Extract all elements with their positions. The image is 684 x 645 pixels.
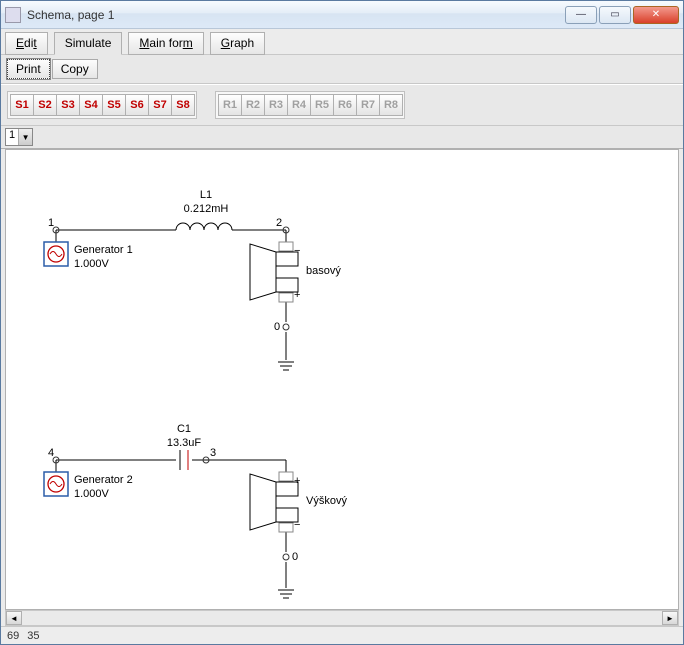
slot-r8[interactable]: R8 [379,94,403,116]
status-bar: 69 35 [1,626,683,644]
slot-s6[interactable]: S6 [125,94,149,116]
tab-simulate[interactable]: Simulate [54,32,123,55]
speaker-2[interactable]: + − Výškový [250,472,347,532]
node-0a: 0 [274,321,280,333]
status-y: 35 [27,630,39,642]
node-1: 1 [48,217,54,229]
scroll-right-icon[interactable]: ► [662,611,678,625]
speaker1-name: basový [306,265,341,277]
slot-s8[interactable]: S8 [171,94,195,116]
slot-r2[interactable]: R2 [241,94,265,116]
gen2-voltage: 1.000V [74,488,110,500]
slot-s3[interactable]: S3 [56,94,80,116]
slot-r6[interactable]: R6 [333,94,357,116]
inductor-l1[interactable]: L1 0.212mH [166,189,236,230]
svg-text:+: + [294,289,300,301]
inductor-value: 0.212mH [184,203,229,215]
svg-text:−: − [294,519,300,531]
print-button[interactable]: Print [7,59,50,79]
toolbar: Print Copy [1,55,683,84]
slot-s5[interactable]: S5 [102,94,126,116]
node-3: 3 [210,447,216,459]
s-slots: S1 S2 S3 S4 S5 S6 S7 S8 [7,91,197,119]
page-selector-bar: 1 ▼ [1,126,683,149]
cap-value: 13.3uF [167,437,202,449]
window-title: Schema, page 1 [27,8,563,22]
circuit-2: C1 13.3uF Generator 2 1.000V [44,423,347,598]
gen2-name: Generator 2 [74,474,133,486]
speaker2-name: Výškový [306,495,347,507]
tab-edit[interactable]: Edit [5,32,48,55]
r-slots: R1 R2 R3 R4 R5 R6 R7 R8 [215,91,405,119]
maximize-button[interactable]: ▭ [599,6,631,24]
generator-1[interactable]: Generator 1 1.000V [44,230,133,270]
node-2: 2 [276,217,282,229]
slot-s7[interactable]: S7 [148,94,172,116]
schematic-canvas[interactable]: L1 0.212mH Generator 1 1.000V [5,149,679,610]
generator-2[interactable]: Generator 2 1.000V [44,460,133,500]
copy-button[interactable]: Copy [52,59,98,79]
slot-r4[interactable]: R4 [287,94,311,116]
gen1-voltage: 1.000V [74,258,110,270]
slot-r5[interactable]: R5 [310,94,334,116]
chevron-down-icon[interactable]: ▼ [18,129,32,145]
tab-graph[interactable]: Graph [210,32,265,55]
mode-tabs: Edit Simulate Main form Graph [1,29,683,55]
minimize-button[interactable]: — [565,6,597,24]
tab-main-form[interactable]: Main form [128,32,203,55]
app-icon [5,7,21,23]
horizontal-scrollbar[interactable]: ◄ ► [5,610,679,626]
status-x: 69 [7,630,19,642]
close-button[interactable]: ✕ [633,6,679,24]
svg-text:+: + [294,475,300,487]
schematic-svg: L1 0.212mH Generator 1 1.000V [6,150,666,610]
page-value: 1 [6,129,18,145]
cap-name: C1 [177,423,191,435]
gen1-name: Generator 1 [74,244,133,256]
page-combo[interactable]: 1 ▼ [5,128,33,146]
slot-r1[interactable]: R1 [218,94,242,116]
slot-s4[interactable]: S4 [79,94,103,116]
slot-s2[interactable]: S2 [33,94,57,116]
svg-text:−: − [294,245,300,257]
node-0b: 0 [292,551,298,563]
titlebar[interactable]: Schema, page 1 — ▭ ✕ [1,1,683,29]
slot-r7[interactable]: R7 [356,94,380,116]
scroll-left-icon[interactable]: ◄ [6,611,22,625]
capacitor-c1[interactable]: C1 13.3uF [167,423,202,470]
slot-toolbar: S1 S2 S3 S4 S5 S6 S7 S8 R1 R2 R3 R4 R5 R… [1,84,683,126]
node-4: 4 [48,447,54,459]
speaker-1[interactable]: − + basový [250,242,341,302]
slot-s1[interactable]: S1 [10,94,34,116]
inductor-name: L1 [200,189,212,201]
app-window: Schema, page 1 — ▭ ✕ Edit Simulate Main … [0,0,684,645]
slot-r3[interactable]: R3 [264,94,288,116]
circuit-1: L1 0.212mH Generator 1 1.000V [44,189,341,370]
